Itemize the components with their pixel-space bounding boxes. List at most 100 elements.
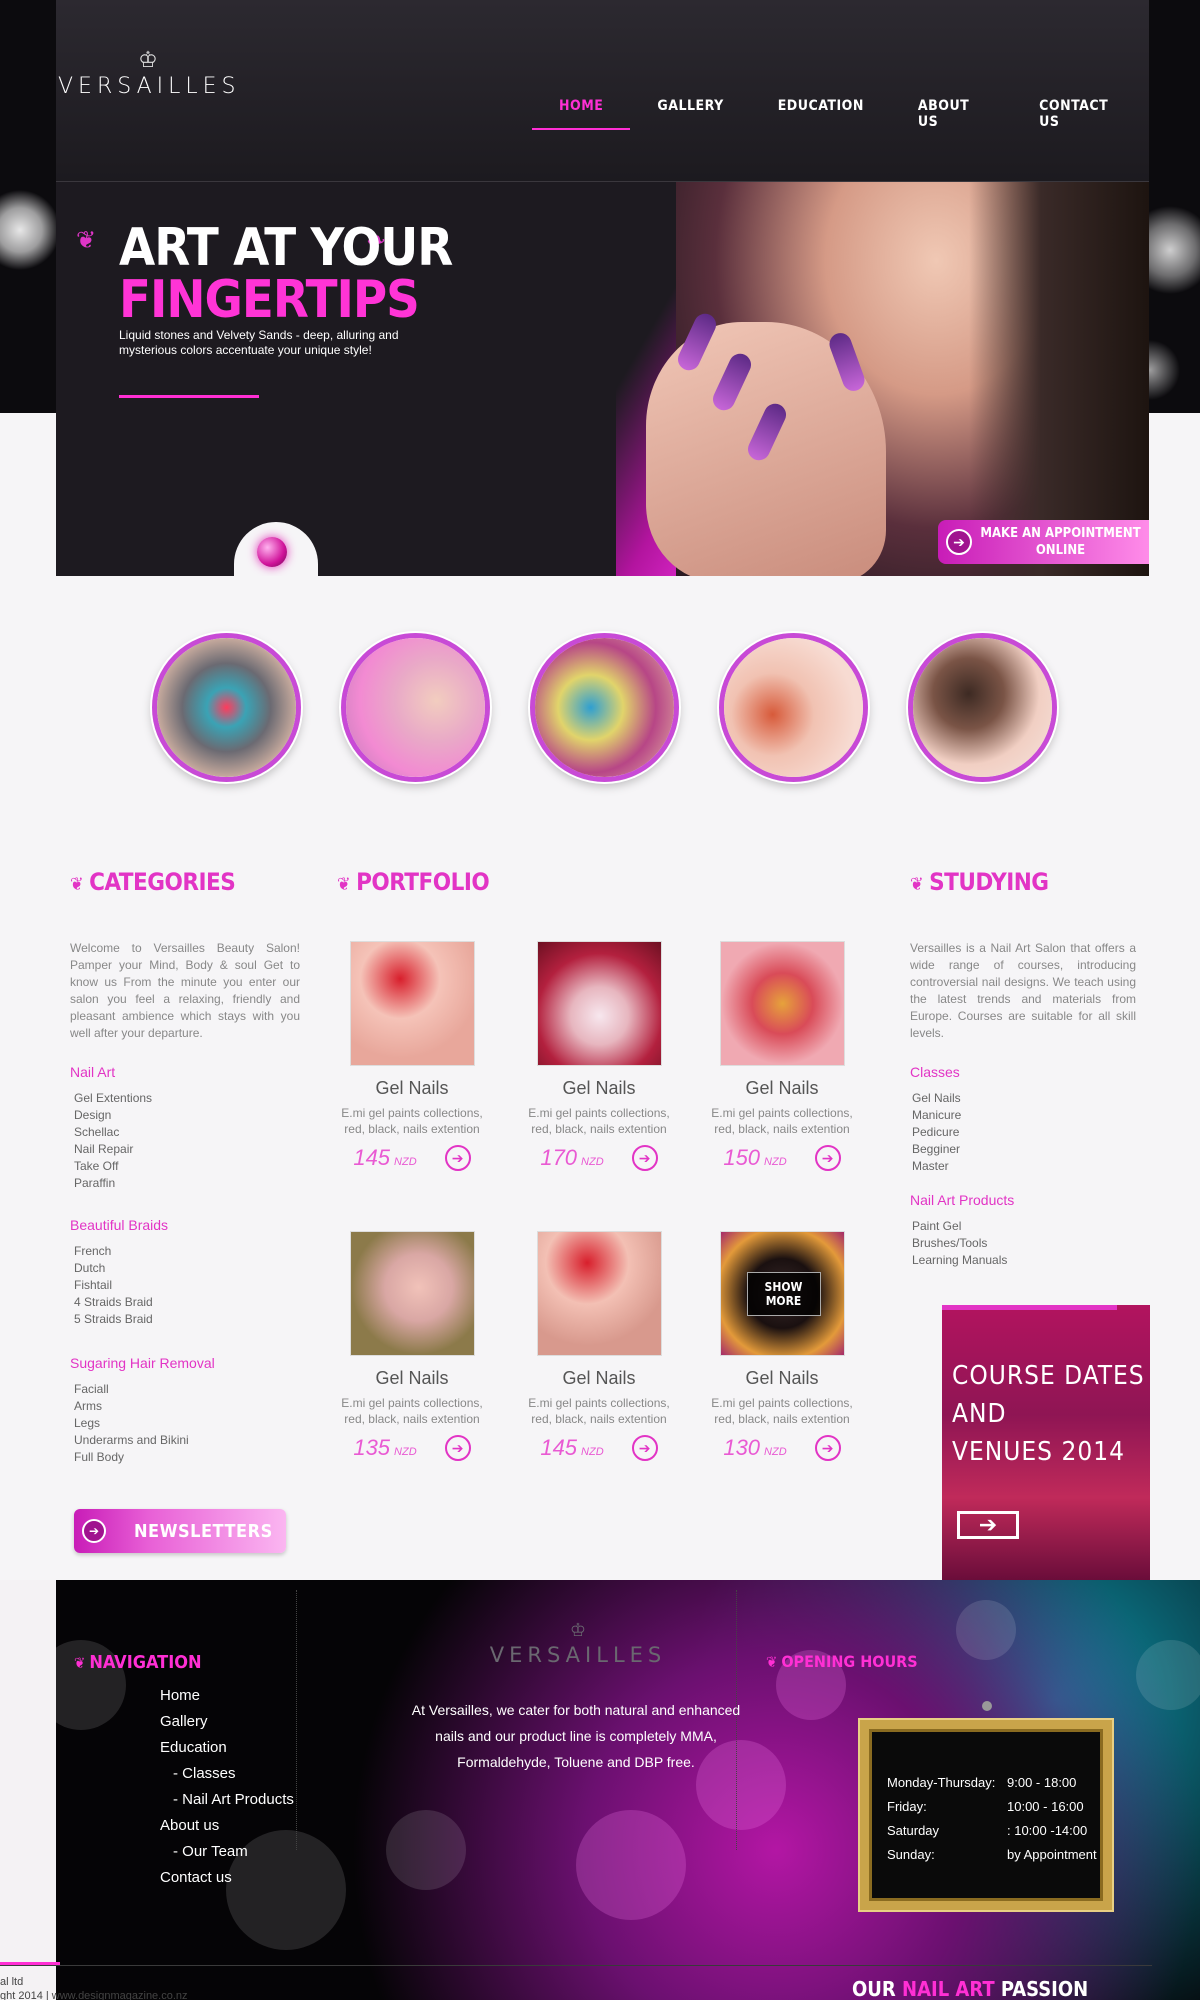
portfolio-image[interactable]: SHOW MORE: [719, 1231, 845, 1356]
portfolio-title: Gel Nails: [375, 1078, 449, 1098]
footer: ❦ NAVIGATION Home Gallery Education - Cla…: [56, 1580, 1200, 2000]
footer-nav-item[interactable]: - Nail Art Products: [160, 1787, 294, 1813]
footer-nav-item[interactable]: Contact us: [160, 1865, 294, 1891]
portfolio-title: Gel Nails: [375, 1368, 449, 1388]
featured-image[interactable]: [719, 633, 868, 782]
featured-image[interactable]: [530, 633, 679, 782]
footer-logo[interactable]: ♔ VERSAILLES: [488, 1620, 668, 1667]
portfolio-image[interactable]: [536, 941, 662, 1066]
hours-time: 10:00 - 16:00: [1007, 1799, 1084, 1814]
portfolio-image[interactable]: [719, 941, 845, 1066]
list-item[interactable]: Design: [74, 1107, 152, 1124]
list-item[interactable]: Manicure: [912, 1107, 961, 1124]
portfolio-image[interactable]: [349, 941, 475, 1066]
list-item[interactable]: Fishtail: [74, 1277, 153, 1294]
list-item[interactable]: Schellac: [74, 1124, 152, 1141]
portfolio-card[interactable]: Gel Nails E.mi gel paints collections, r…: [332, 941, 492, 1171]
portfolio-card[interactable]: Gel Nails E.mi gel paints collections, r…: [332, 1231, 492, 1461]
price-value: 170: [540, 1145, 578, 1170]
list-item[interactable]: Paint Gel: [912, 1218, 1007, 1235]
studying-group-title[interactable]: Classes: [910, 1064, 960, 1080]
price-value: 150: [723, 1145, 761, 1170]
arrow-right-icon[interactable]: ➔: [444, 1145, 471, 1171]
arrow-right-icon[interactable]: ➔: [814, 1145, 841, 1171]
footer-nav-item[interactable]: Education: [160, 1735, 294, 1761]
portfolio-card[interactable]: Gel Nails E.mi gel paints collections, r…: [519, 1231, 679, 1461]
category-group-title[interactable]: Beautiful Braids: [70, 1217, 168, 1233]
footer-nav-item[interactable]: Gallery: [160, 1709, 294, 1735]
gem-icon[interactable]: [257, 537, 287, 567]
price-row: 170 NZD ➔: [519, 1145, 679, 1171]
list-item[interactable]: Learning Manuals: [912, 1252, 1007, 1269]
portfolio-card[interactable]: Gel Nails E.mi gel paints collections, r…: [702, 941, 862, 1171]
featured-image[interactable]: [908, 633, 1057, 782]
price: 145 NZD: [353, 1145, 416, 1171]
list-item[interactable]: Paraffin: [74, 1175, 152, 1192]
nav-contact-us[interactable]: CONTACT US: [1012, 98, 1149, 130]
arrow-right-icon: ➔: [946, 529, 972, 555]
arrow-right-icon[interactable]: ➔: [444, 1435, 471, 1461]
portfolio-desc: E.mi gel paints collections, red, black,…: [341, 1396, 483, 1426]
list-item[interactable]: Full Body: [74, 1449, 189, 1466]
nav-about-us[interactable]: ABOUT US: [891, 98, 1012, 130]
price-value: 130: [723, 1435, 761, 1460]
list-item[interactable]: 5 Straids Braid: [74, 1311, 153, 1328]
portfolio-image[interactable]: [536, 1231, 662, 1356]
footer-logo-text: VERSAILLES: [489, 1643, 667, 1667]
list-item[interactable]: Arms: [74, 1398, 189, 1415]
list-item[interactable]: Nail Repair: [74, 1141, 152, 1158]
portfolio-title: Gel Nails: [745, 1078, 819, 1098]
featured-image[interactable]: [152, 633, 301, 782]
list-item[interactable]: Faciall: [74, 1381, 189, 1398]
course-dates-banner[interactable]: COURSE DATES AND VENUES 2014 ➔: [942, 1305, 1150, 1580]
portfolio-card[interactable]: Gel Nails E.mi gel paints collections, r…: [519, 941, 679, 1171]
price-row: 145 NZD ➔: [332, 1145, 492, 1171]
list-item[interactable]: French: [74, 1243, 153, 1260]
footer-bottom-line: [0, 1965, 1152, 1966]
list-item[interactable]: Gel Extentions: [74, 1090, 152, 1107]
arrow-right-icon[interactable]: ➔: [957, 1511, 1019, 1539]
studying-group-title[interactable]: Nail Art Products: [910, 1192, 1014, 1208]
portfolio-card[interactable]: SHOW MORE Gel Nails E.mi gel paints coll…: [702, 1231, 862, 1461]
footer-nav-item[interactable]: - Classes: [160, 1761, 294, 1787]
swirl-ornament-icon: ❦: [766, 1653, 778, 1671]
currency: NZD: [764, 1156, 787, 1168]
featured-image[interactable]: [341, 633, 490, 782]
nav-home[interactable]: HOME: [532, 98, 631, 130]
newsletter-button[interactable]: ➔ NEWSLETTERS: [74, 1509, 286, 1553]
hero-subtitle: Liquid stones and Velvety Sands - deep, …: [119, 328, 399, 357]
opening-hours-frame: Monday-Thursday: 9:00 - 18:00 Friday: 10:0…: [860, 1701, 1112, 1910]
show-more-button[interactable]: SHOW MORE: [746, 1272, 821, 1316]
pin-icon: [982, 1701, 992, 1711]
list-item[interactable]: Legs: [74, 1415, 189, 1432]
nav-gallery[interactable]: GALLERY: [630, 98, 750, 130]
list-item[interactable]: 4 Straids Braid: [74, 1294, 153, 1311]
footer-nav-item[interactable]: About us: [160, 1813, 294, 1839]
footer-divider: [296, 1590, 297, 1850]
portfolio-heading: ❦ PORTFOLIO: [337, 868, 490, 896]
list-item[interactable]: Master: [912, 1158, 961, 1175]
nav-education[interactable]: EDUCATION: [751, 98, 891, 130]
footer-nav-item[interactable]: Home: [160, 1683, 294, 1709]
list-item[interactable]: Gel Nails: [912, 1090, 961, 1107]
list-item[interactable]: Brushes/Tools: [912, 1235, 1007, 1252]
hours-day: Saturday: [887, 1823, 940, 1838]
studying-intro: Versailles is a Nail Art Salon that offe…: [910, 941, 1136, 1040]
appointment-button[interactable]: ➔ MAKE AN APPOINTMENT ONLINE: [938, 520, 1149, 564]
list-item[interactable]: Dutch: [74, 1260, 153, 1277]
footer-nav-title: NAVIGATION: [89, 1652, 202, 1673]
logo[interactable]: ♔ VERSAILLES: [58, 49, 238, 100]
category-group-title[interactable]: Nail Art: [70, 1064, 115, 1080]
portfolio-title: PORTFOLIO: [356, 868, 490, 896]
list-item[interactable]: Underarms and Bikini: [74, 1432, 189, 1449]
list-item[interactable]: Take Off: [74, 1158, 152, 1175]
portfolio-image[interactable]: [349, 1231, 475, 1356]
list-item[interactable]: Begginer: [912, 1141, 961, 1158]
list-item[interactable]: Pedicure: [912, 1124, 961, 1141]
arrow-right-icon[interactable]: ➔: [814, 1435, 841, 1461]
arrow-right-icon[interactable]: ➔: [631, 1145, 658, 1171]
swirl-ornament-icon: ❦: [74, 1654, 86, 1672]
category-group-title[interactable]: Sugaring Hair Removal: [70, 1355, 215, 1371]
arrow-right-icon[interactable]: ➔: [631, 1435, 658, 1461]
footer-nav-item[interactable]: - Our Team: [160, 1839, 294, 1865]
